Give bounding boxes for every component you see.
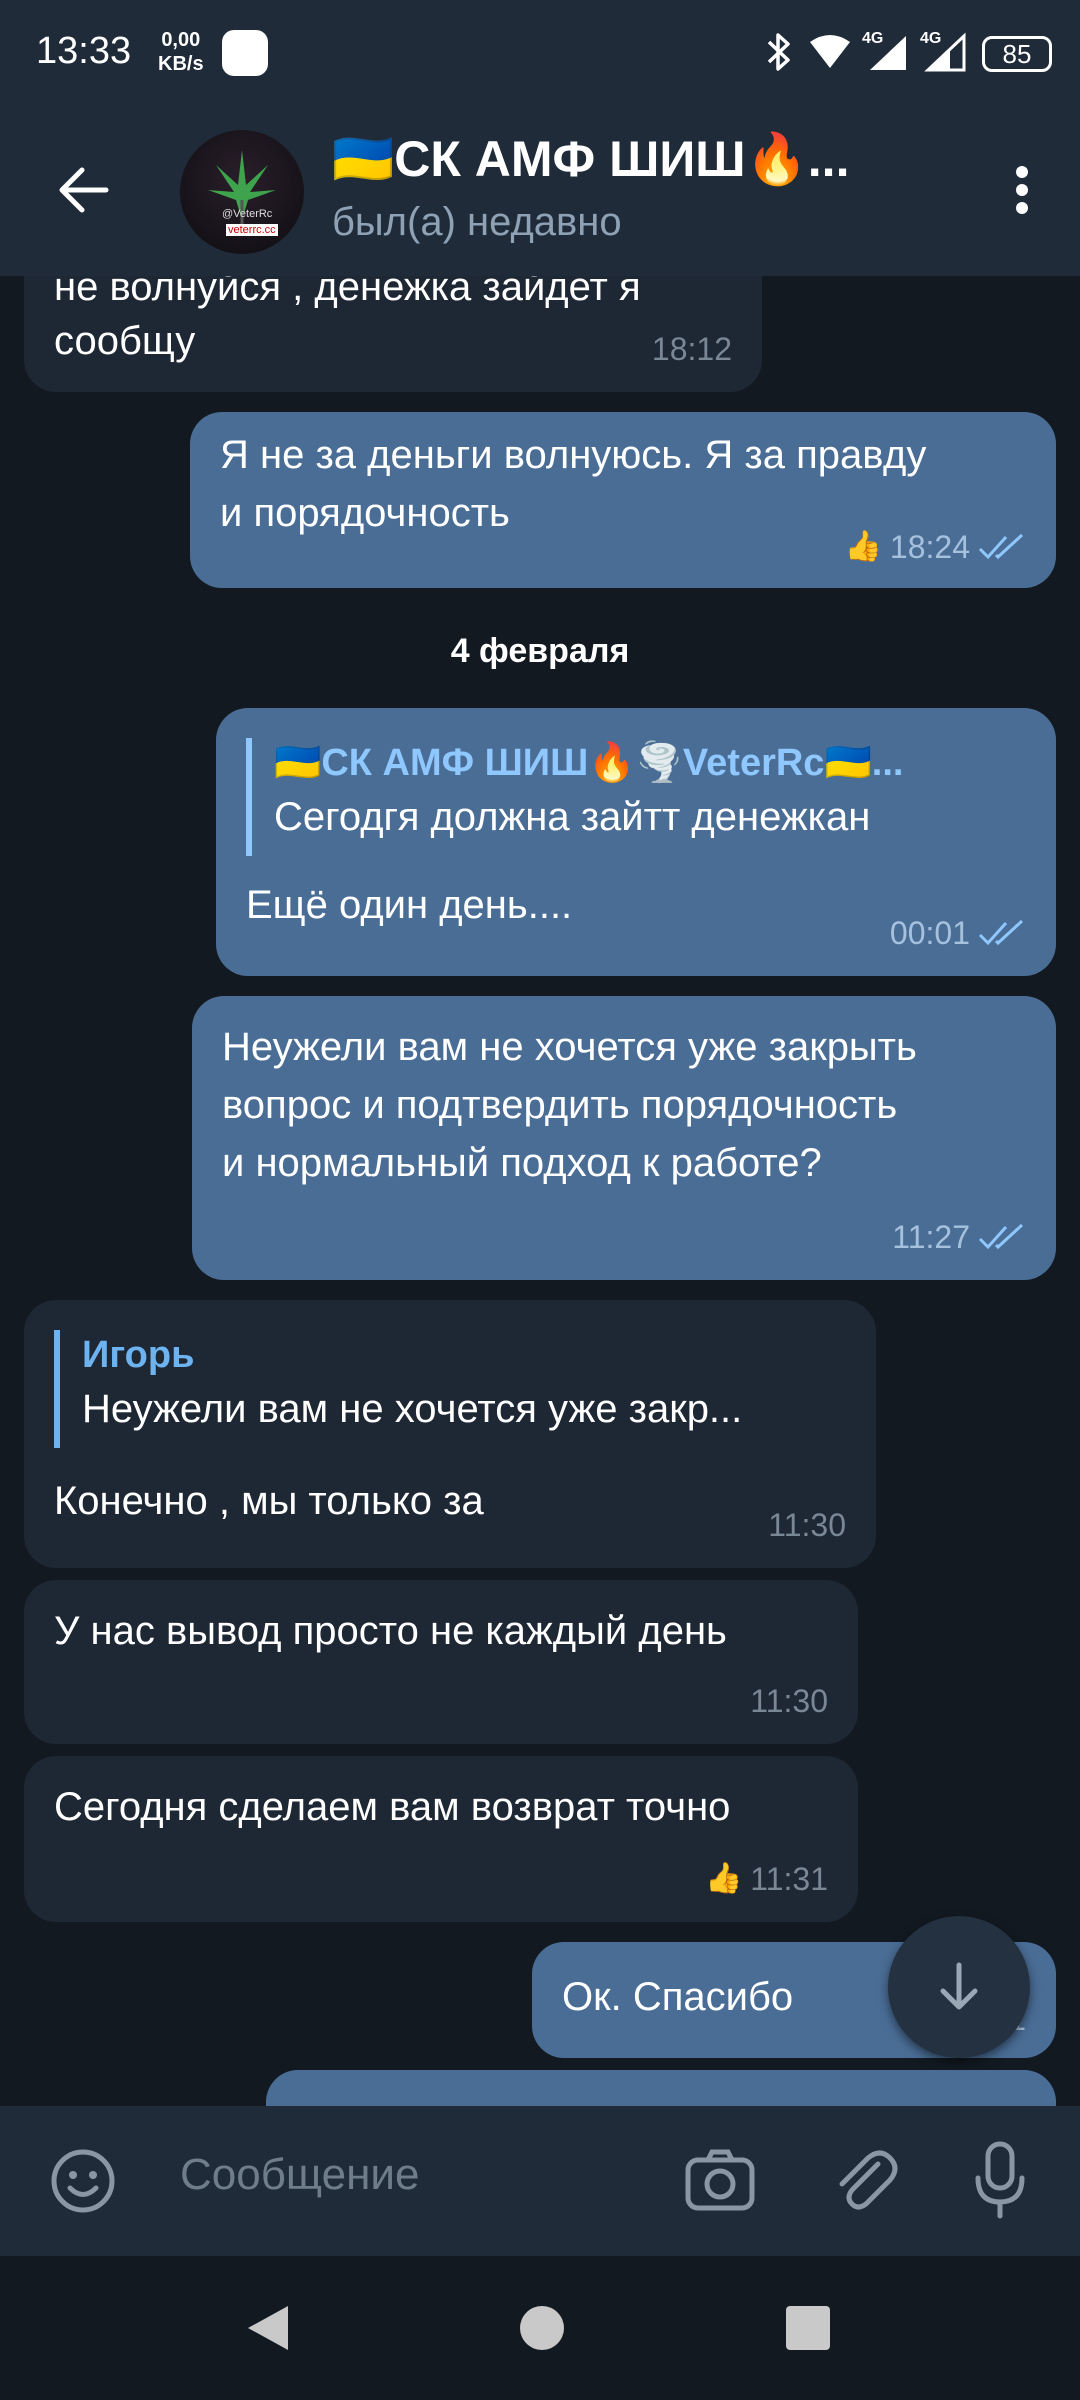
scroll-down-button[interactable] <box>888 1916 1030 2058</box>
emoji-icon <box>51 2149 115 2213</box>
message-time: 11:27 <box>892 1219 970 1255</box>
status-time: 13:33 <box>36 30 132 72</box>
reply-quote-author: 🇺🇦СК АМФ ШИШ🔥🌪️VeterRc🇺🇦... <box>274 742 904 784</box>
reply-quote-text: Сегодгя должна зайтт денежкан <box>274 795 871 839</box>
message-time: 18:12 <box>651 331 732 367</box>
message-text: Ок. Спасибо <box>562 1975 794 2019</box>
attach-button[interactable] <box>826 2142 902 2223</box>
message-meta: 👍 11:31 <box>705 1850 828 1908</box>
message-incoming[interactable]: У нас вывод просто не каждый день 11:30 <box>24 1580 858 1744</box>
signal-label-2: 4G <box>920 29 942 47</box>
message-meta: 👍 18:24 <box>845 518 1026 576</box>
more-vertical-icon-dot-3 <box>1016 202 1028 214</box>
message-text-line-2: вопрос и подтвердить порядочность <box>222 1083 898 1127</box>
double-check-icon <box>978 919 1024 946</box>
avatar-site: veterrc.cc <box>226 224 278 236</box>
camera-button[interactable] <box>682 2142 758 2223</box>
reply-quote-author: Игорь <box>82 1334 195 1376</box>
more-options-button[interactable] <box>994 158 1050 222</box>
message-text-line-3: и нормальный подход к работе? <box>222 1141 822 1185</box>
signal-4g-icon-2: 4G <box>920 30 968 77</box>
message-text: сообщу <box>54 319 196 363</box>
chat-status: был(а) недавно <box>332 200 622 244</box>
message-time: 11:31 <box>750 1861 828 1897</box>
message-text-line-2: и порядочность <box>220 491 510 535</box>
nav-recents-button[interactable] <box>786 2306 830 2350</box>
thumbs-up-reaction-icon[interactable]: 👍 <box>705 1850 742 1908</box>
message-meta: 18:12 <box>652 320 732 378</box>
chat-title[interactable]: 🇺🇦СК АМФ ШИШ🔥... <box>332 130 849 189</box>
message-meta: 11:27 <box>892 1208 1026 1266</box>
message-text-line-1: Неужели вам не хочется уже закрыть <box>222 1025 917 1069</box>
message-time: 00:01 <box>889 915 970 951</box>
message-text: Ещё один день.... <box>246 883 573 927</box>
network-speed: 0,00 KB/s <box>158 28 204 76</box>
more-vertical-icon-dot-1 <box>1016 166 1028 178</box>
battery-indicator: 85 <box>982 36 1052 72</box>
more-vertical-icon-dot-2 <box>1016 184 1028 196</box>
arrow-down-icon <box>940 1962 978 2010</box>
message-outgoing-partial[interactable] <box>266 2070 1056 2106</box>
message-input[interactable]: Сообщение <box>180 2150 419 2200</box>
message-composer: Сообщение <box>0 2106 1080 2256</box>
wifi-icon <box>808 34 852 75</box>
system-navigation-bar <box>0 2256 1080 2400</box>
triangle-back-icon <box>248 2306 288 2350</box>
reply-quote-text: Неужели вам не хочется уже закр... <box>82 1387 743 1431</box>
arrow-left-icon <box>59 167 109 213</box>
message-incoming[interactable]: Сегодня сделаем вам возврат точно 👍 11:3… <box>24 1756 858 1922</box>
signal-label-1: 4G <box>862 29 884 47</box>
bluetooth-icon <box>764 32 794 77</box>
network-speed-unit: KB/s <box>158 53 204 75</box>
chat-avatar[interactable]: @VeterRc veterrc.cc <box>180 130 304 254</box>
message-time: 11:30 <box>750 1683 828 1719</box>
double-check-icon <box>978 1223 1024 1250</box>
microphone-icon <box>975 2141 1025 2219</box>
notification-icon <box>222 30 268 76</box>
back-button[interactable] <box>52 158 116 222</box>
paperclip-icon <box>839 2150 898 2210</box>
message-list[interactable]: не волнуйся , денежка зайдет я сообщу 18… <box>0 276 1080 2106</box>
message-incoming[interactable]: не волнуйся , денежка зайдет я сообщу 18… <box>24 276 762 392</box>
signal-4g-icon: 4G <box>862 30 910 77</box>
message-outgoing[interactable]: Неужели вам не хочется уже закрыть вопро… <box>192 996 1056 1280</box>
date-separator: 4 февраля <box>450 632 630 670</box>
message-meta: 11:30 <box>750 1672 828 1730</box>
message-outgoing-reply[interactable]: 🇺🇦СК АМФ ШИШ🔥🌪️VeterRc🇺🇦... Сегодгя долж… <box>216 708 1056 976</box>
voice-record-button[interactable] <box>970 2140 1030 2225</box>
message-text: Конечно , мы только за <box>54 1479 484 1523</box>
message-time: 18:24 <box>889 529 970 565</box>
status-bar: 13:33 0,00 KB/s 4G 4G 85 <box>0 0 1080 108</box>
message-meta: 11:30 <box>768 1496 846 1554</box>
chat-header: @VeterRc veterrc.cc 🇺🇦СК АМФ ШИШ🔥... был… <box>0 108 1080 276</box>
network-speed-value: 0,00 <box>161 29 201 51</box>
nav-back-button[interactable] <box>244 2302 292 2359</box>
double-check-icon <box>978 533 1024 560</box>
camera-icon <box>685 2149 755 2211</box>
message-text-line-1: Я не за деньги волнуюсь. Я за правду <box>220 433 927 477</box>
avatar-handle: @VeterRc <box>222 208 273 220</box>
message-outgoing[interactable]: Я не за деньги волнуюсь. Я за правду и п… <box>190 412 1056 588</box>
message-meta: 00:01 <box>890 904 1026 962</box>
message-text: Сегодня сделаем вам возврат точно <box>54 1785 731 1829</box>
nav-home-button[interactable] <box>520 2306 564 2350</box>
emoji-button[interactable] <box>48 2146 118 2221</box>
reply-quote[interactable]: 🇺🇦СК АМФ ШИШ🔥🌪️VeterRc🇺🇦... Сегодгя долж… <box>246 738 903 856</box>
thumbs-up-reaction-icon[interactable]: 👍 <box>845 518 882 576</box>
status-icons: 4G 4G 85 <box>764 26 1052 82</box>
reply-quote[interactable]: Игорь Неужели вам не хочется уже закр... <box>54 1330 742 1448</box>
message-incoming-reply[interactable]: Игорь Неужели вам не хочется уже закр...… <box>24 1300 876 1568</box>
message-text: У нас вывод просто не каждый день <box>54 1609 727 1653</box>
message-text-partial: не волнуйся , денежка зайдет я <box>54 276 641 309</box>
message-time: 11:30 <box>768 1507 846 1543</box>
